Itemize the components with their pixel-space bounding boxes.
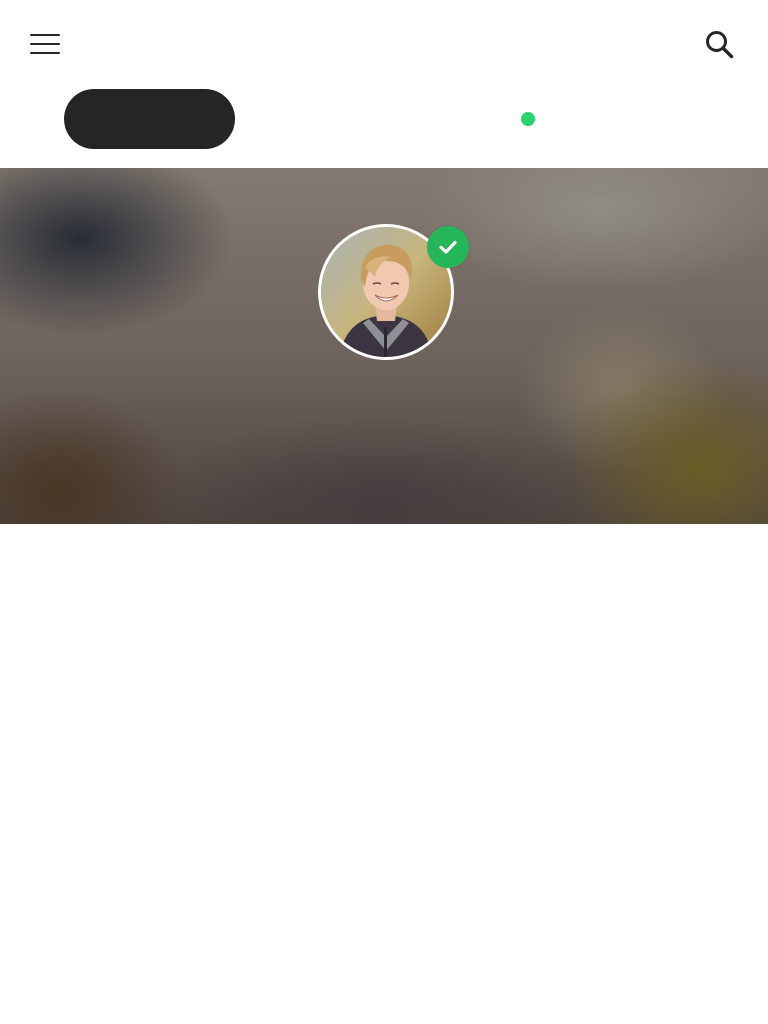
check-icon [439,240,457,254]
tab-active-pill[interactable] [64,89,235,149]
menu-button[interactable] [22,24,68,66]
verified-badge [427,226,469,268]
profile-cover [0,168,768,524]
top-bar [0,0,768,88]
menu-icon-line [30,34,60,36]
profile-page [0,0,768,1024]
menu-icon-line [30,43,60,45]
menu-icon-line [30,52,60,54]
tab-row [0,88,768,168]
online-status-dot [521,112,535,126]
search-button[interactable] [698,24,742,66]
search-icon [706,31,734,59]
